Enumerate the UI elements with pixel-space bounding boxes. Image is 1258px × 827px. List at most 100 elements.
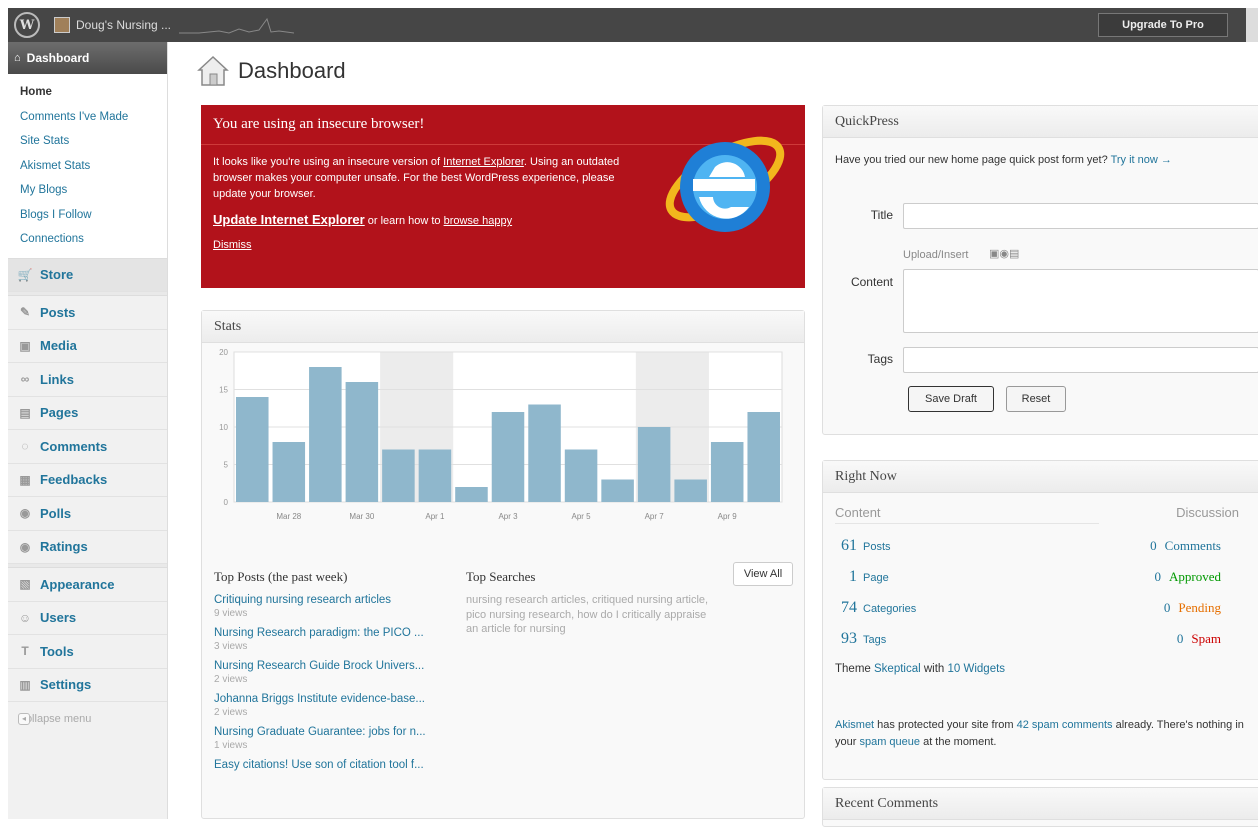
internet-explorer-link[interactable]: Internet Explorer — [443, 156, 524, 168]
top-post-item: Easy citations! Use son of citation tool… — [214, 758, 464, 772]
quickpress-title: QuickPress — [823, 106, 1258, 138]
site-name-link[interactable]: Doug's Nursing ... — [76, 18, 171, 32]
posts-link[interactable]: Posts — [863, 541, 891, 553]
approved-count: 0 — [1154, 569, 1162, 584]
menu-item-users[interactable]: ☺ Users — [8, 602, 167, 635]
menu-item-store[interactable]: 🛒 Store — [8, 258, 167, 292]
dashboard-home-icon — [197, 55, 229, 86]
menu-item-settings[interactable]: ▥ Settings — [8, 669, 167, 702]
submenu-comments-made[interactable]: Comments I've Made — [20, 105, 167, 130]
top-post-link[interactable]: Johanna Briggs Institute evidence-base..… — [214, 692, 464, 706]
content-label: Content — [850, 275, 893, 289]
settings-icon: ▥ — [19, 677, 31, 692]
admin-menu: ⌂ Dashboard Home Comments I've Made Site… — [8, 42, 168, 819]
menu-item-links[interactable]: ∞ Links — [8, 363, 167, 397]
theme-link[interactable]: Skeptical — [874, 663, 921, 675]
comments-icon: ◌ — [21, 439, 29, 454]
submenu-akismet-stats[interactable]: Akismet Stats — [20, 154, 167, 179]
spam-queue-link[interactable]: spam queue — [859, 736, 920, 748]
menu-label: Feedbacks — [40, 472, 108, 488]
chart-bar — [236, 397, 269, 502]
menu-item-tools[interactable]: T Tools — [8, 635, 167, 669]
theme-info: Theme Skeptical with 10 Widgets — [835, 663, 1005, 675]
try-it-now-link[interactable]: Try it now → — [1111, 154, 1172, 166]
site-avatar-icon[interactable] — [54, 17, 70, 33]
submenu-site-stats[interactable]: Site Stats — [20, 129, 167, 154]
upgrade-to-pro-button[interactable]: Upgrade To Pro — [1098, 13, 1228, 37]
reset-button[interactable]: Reset — [1006, 386, 1066, 412]
top-post-link[interactable]: Critiquing nursing research articles — [214, 593, 464, 607]
menu-label: Ratings — [40, 539, 88, 555]
menu-item-pages[interactable]: ▤ Pages — [8, 397, 167, 430]
update-ie-link[interactable]: Update Internet Explorer — [213, 212, 365, 227]
menu-item-appearance[interactable]: ▧ Appearance — [8, 568, 167, 602]
spam-comments-link[interactable]: 42 spam comments — [1017, 719, 1113, 731]
menu-item-media[interactable]: ▣ Media — [8, 330, 167, 363]
submenu-my-blogs[interactable]: My Blogs — [20, 178, 167, 203]
comments-label: Comments — [1164, 538, 1221, 553]
menu-item-polls[interactable]: ◉ Polls — [8, 497, 167, 531]
categories-link[interactable]: Categories — [863, 603, 916, 615]
categories-count[interactable]: 74 — [835, 599, 857, 617]
scrollbar[interactable] — [1246, 8, 1258, 42]
submenu-blogs-follow[interactable]: Blogs I Follow — [20, 203, 167, 228]
menu-item-posts[interactable]: ✎ Posts — [8, 296, 167, 330]
quickpress-box: QuickPress Have you tried our new home p… — [822, 105, 1258, 435]
top-post-link[interactable]: Nursing Graduate Guarantee: jobs for n..… — [214, 725, 464, 739]
page-header: Dashboard — [196, 54, 346, 88]
quickpress-tip: Have you tried our new home page quick p… — [823, 138, 1258, 166]
collapse-menu-button[interactable]: ◂ Collapse menu — [8, 702, 167, 735]
top-post-link[interactable]: Easy citations! Use son of citation tool… — [214, 758, 464, 772]
top-post-link[interactable]: Nursing Research Guide Brock Univers... — [214, 659, 464, 673]
spam-discussion[interactable]: 0 Spam — [1177, 631, 1229, 647]
chart-bar — [345, 382, 379, 502]
stats-box: Stats 0 5 10 15 20 Mar 28 Mar 30 Apr 1 Apr 3 Apr … — [201, 310, 805, 819]
title-input[interactable] — [903, 203, 1258, 229]
menu-item-feedbacks[interactable]: ▦ Feedbacks — [8, 464, 167, 497]
chart-bar — [528, 404, 561, 502]
posts-count[interactable]: 61 — [835, 537, 857, 555]
media-upload-icon[interactable]: ▣◉▤ — [989, 247, 1019, 260]
content-textarea[interactable] — [903, 269, 1258, 333]
pages-link[interactable]: Page — [863, 572, 889, 584]
chart-bar — [455, 487, 488, 502]
submenu-connections[interactable]: Connections — [20, 227, 167, 252]
menu-item-ratings[interactable]: ◉ Ratings — [8, 531, 167, 564]
admin-bar: W Doug's Nursing ... Upgrade To Pro — [8, 8, 1258, 42]
menu-item-dashboard[interactable]: ⌂ Dashboard — [8, 42, 167, 74]
stats-sparkline-icon[interactable] — [179, 15, 294, 35]
wordpress-logo-icon[interactable]: W — [14, 12, 40, 38]
home-icon: ⌂ — [14, 52, 21, 64]
tags-link[interactable]: Tags — [863, 634, 886, 646]
browse-happy-link[interactable]: browse happy — [444, 215, 513, 227]
page-title: Dashboard — [238, 58, 346, 83]
chart-bar — [418, 449, 452, 502]
approved-label: Approved — [1169, 569, 1221, 584]
chart-bar — [747, 412, 780, 502]
menu-item-comments[interactable]: ◌ Comments — [8, 430, 167, 464]
akismet-link[interactable]: Akismet — [835, 719, 874, 731]
pending-discussion[interactable]: 0 Pending — [1164, 600, 1229, 616]
main-content: Dashboard You are using an insecure brow… — [168, 42, 1258, 827]
menu-label: Settings — [40, 677, 92, 693]
y-tick-label: 20 — [219, 348, 228, 357]
tags-count[interactable]: 93 — [835, 630, 857, 648]
save-draft-button[interactable]: Save Draft — [908, 386, 994, 412]
view-all-button[interactable]: View All — [733, 562, 793, 586]
tags-input[interactable] — [903, 347, 1258, 373]
pages-count[interactable]: 1 — [835, 568, 857, 586]
approved-discussion[interactable]: 0 Approved — [1155, 569, 1230, 585]
top-searches: Top Searches nursing research articles, … — [466, 569, 716, 637]
x-tick-label: Apr 3 — [498, 512, 518, 521]
submenu-home[interactable]: Home — [20, 80, 167, 105]
top-post-link[interactable]: Nursing Research paradigm: the PICO ... — [214, 626, 464, 640]
menu-label: Posts — [40, 304, 76, 320]
top-post-item: Nursing Research paradigm: the PICO ... 3… — [214, 626, 464, 654]
pending-count: 0 — [1163, 600, 1171, 615]
cart-icon: 🛒 — [17, 267, 33, 282]
comments-discussion[interactable]: 0 Comments — [1150, 538, 1229, 554]
widgets-link[interactable]: 10 Widgets — [948, 663, 1006, 675]
tools-icon: T — [21, 644, 29, 659]
media-icon: ▣ — [19, 338, 31, 353]
x-tick-label: Mar 30 — [349, 512, 374, 521]
